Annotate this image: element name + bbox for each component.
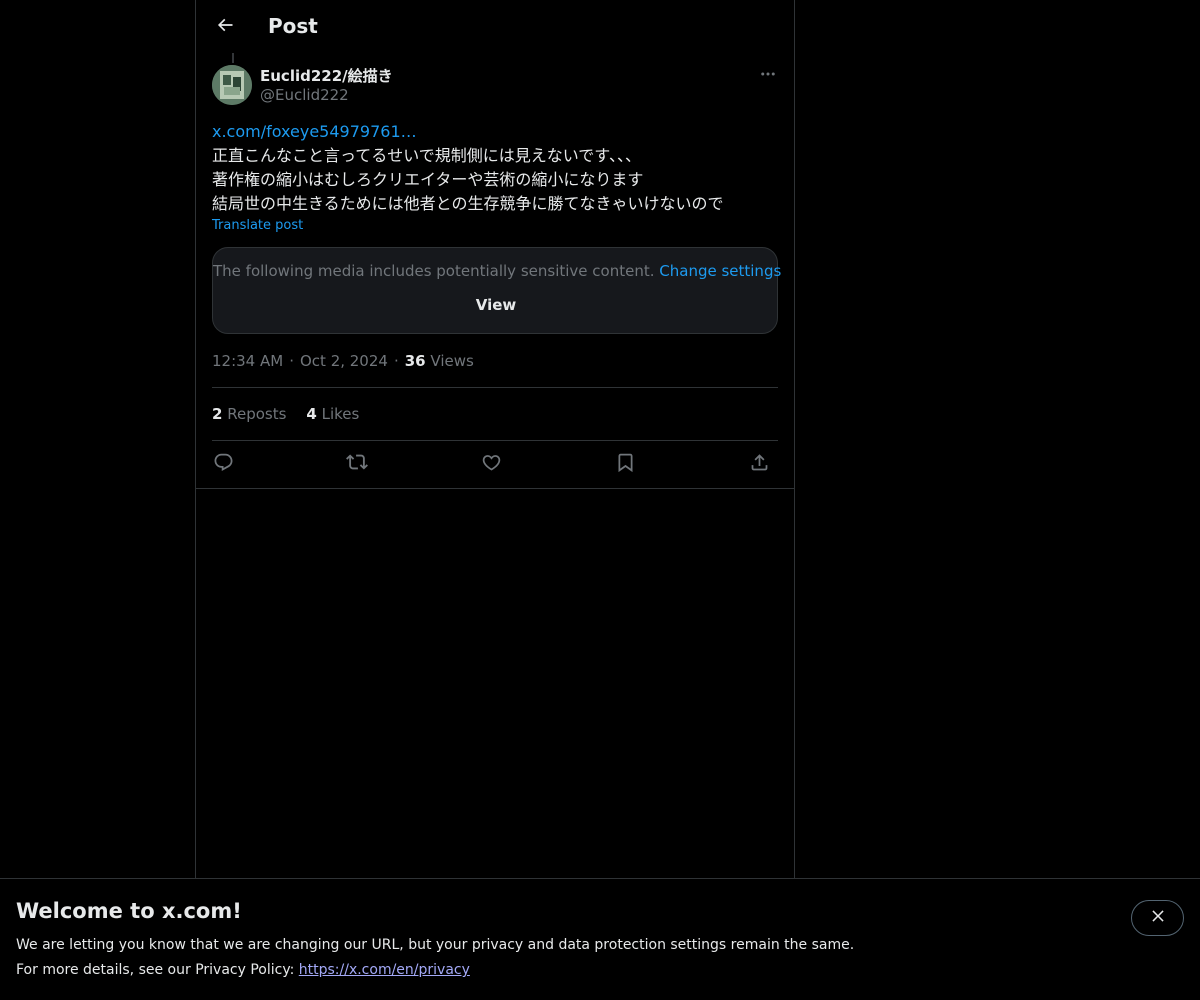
- url-change-banner: Welcome to x.com! We are letting you kno…: [0, 878, 1200, 1000]
- divider: [212, 387, 778, 388]
- primary-column: Post Euclid222/絵描き @Euclid222 x.com/foxe…: [195, 0, 795, 1000]
- likes-label: Likes: [321, 405, 360, 423]
- more-icon: [759, 65, 777, 87]
- views-count: 36: [404, 352, 426, 370]
- close-icon: [1149, 907, 1167, 929]
- separator-dot: ·: [393, 352, 399, 370]
- view-media-button[interactable]: View: [456, 296, 536, 320]
- more-options-button[interactable]: [756, 64, 780, 88]
- reposts-stat[interactable]: 2 Reposts: [212, 405, 286, 423]
- avatar[interactable]: [212, 65, 252, 105]
- back-button[interactable]: [208, 10, 242, 44]
- bookmark-icon: [615, 452, 636, 477]
- change-settings-link[interactable]: Change settings: [659, 262, 781, 280]
- close-banner-button[interactable]: [1131, 900, 1184, 936]
- post-line: 正直こんなこと言ってるせいで規制側には見えないです、、、: [212, 146, 641, 165]
- repost-button[interactable]: [342, 450, 372, 478]
- reposts-count: 2: [212, 405, 223, 423]
- translate-post-link[interactable]: Translate post: [212, 218, 303, 233]
- bookmark-button[interactable]: [610, 450, 640, 478]
- post-header: Post: [196, 0, 794, 53]
- post-text: x.com/foxeye54979761… 正直こんなこと言ってるせいで規制側に…: [212, 120, 782, 216]
- post-date[interactable]: Oct 2, 2024: [300, 352, 388, 370]
- post-stats: 2 Reposts 4 Likes: [212, 405, 379, 423]
- views-label: Views: [430, 352, 474, 370]
- post-link[interactable]: x.com/foxeye54979761…: [212, 120, 782, 144]
- divider: [212, 440, 778, 441]
- reply-button[interactable]: [208, 450, 238, 478]
- like-icon: [481, 452, 502, 477]
- like-button[interactable]: [476, 450, 506, 478]
- post-meta: 12:34 AM · Oct 2, 2024 · 36 Views: [212, 352, 474, 370]
- sensitive-message-text: The following media includes potentially…: [213, 262, 655, 280]
- banner-policy-line: For more details, see our Privacy Policy…: [16, 962, 470, 978]
- author-handle[interactable]: @Euclid222: [260, 86, 349, 104]
- thread-connector: [232, 53, 234, 63]
- post-line: 著作権の縮小はむしろクリエイターや芸術の縮小になります: [212, 170, 644, 189]
- page-title: Post: [268, 14, 318, 38]
- banner-title: Welcome to x.com!: [16, 899, 242, 923]
- repost-icon: [346, 451, 368, 477]
- post-time[interactable]: 12:34 AM: [212, 352, 283, 370]
- reposts-label: Reposts: [227, 405, 287, 423]
- likes-stat[interactable]: 4 Likes: [306, 405, 359, 423]
- reply-icon: [213, 452, 234, 477]
- post-actions: [212, 450, 778, 478]
- separator-dot: ·: [289, 352, 294, 370]
- sensitive-media-warning: The following media includes potentially…: [212, 247, 781, 334]
- share-button[interactable]: [744, 450, 774, 478]
- privacy-policy-link[interactable]: https://x.com/en/privacy: [299, 962, 470, 978]
- divider: [196, 488, 794, 489]
- banner-message: We are letting you know that we are chan…: [16, 937, 855, 953]
- back-arrow-icon: [215, 15, 235, 39]
- likes-count: 4: [306, 405, 317, 423]
- share-icon: [749, 452, 770, 477]
- sensitive-message: The following media includes potentially…: [213, 262, 781, 280]
- post-line: 結局世の中生きるためには他者との生存競争に勝てなきゃいけないので: [212, 194, 724, 213]
- banner-policy-text: For more details, see our Privacy Policy…: [16, 962, 295, 978]
- author-name[interactable]: Euclid222/絵描き: [260, 65, 393, 86]
